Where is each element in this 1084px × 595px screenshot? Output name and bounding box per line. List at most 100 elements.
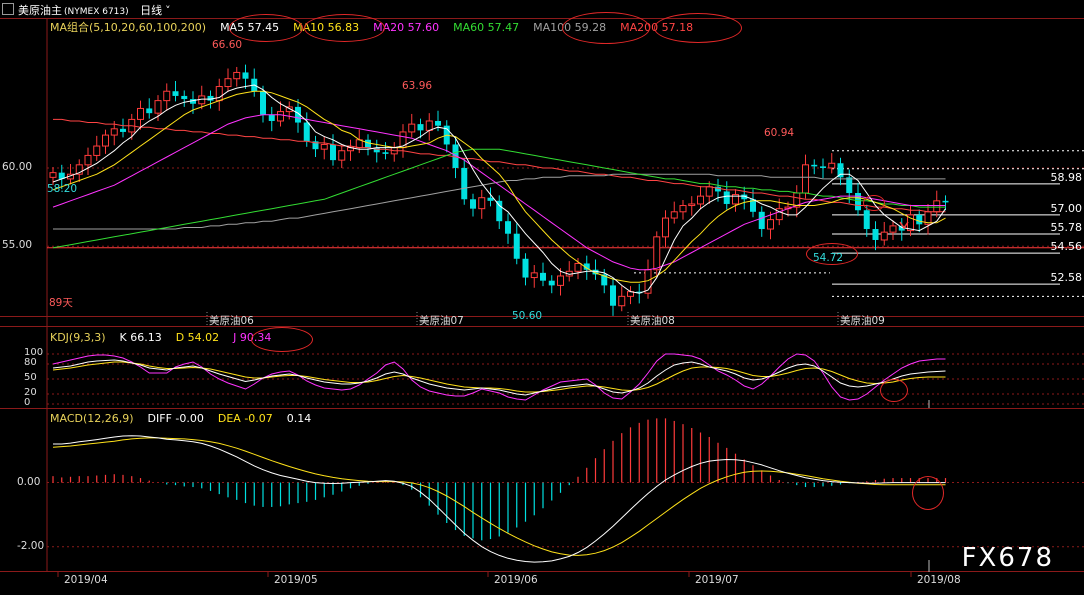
candle-body	[574, 262, 582, 272]
x-axis-label: 2019/05	[274, 574, 318, 586]
candle-body	[758, 211, 765, 230]
candle-body	[653, 236, 661, 271]
ma-legend-item: MA60 57.47	[453, 21, 520, 34]
candle-body	[478, 197, 486, 210]
candle-body	[224, 78, 232, 88]
macd-legend-item: MACD(12,26,9)	[50, 412, 134, 425]
candle-body	[260, 91, 266, 115]
candle-body	[84, 154, 92, 166]
candle-body	[338, 150, 346, 161]
candle-body	[487, 197, 494, 201]
candle-body	[461, 167, 468, 200]
price-annotation: 89天	[49, 297, 73, 309]
candle-body	[233, 71, 241, 80]
contract-label: 美原油06	[209, 315, 254, 327]
candle-body	[889, 225, 897, 233]
candle-body	[688, 203, 696, 207]
x-axis-label: 2019/04	[64, 574, 108, 586]
ma-legend-item: MA组合(5,10,20,60,100,200)	[50, 21, 207, 34]
candle-body	[181, 95, 188, 100]
candle-body	[767, 219, 774, 230]
candle-body	[811, 164, 818, 167]
candle-body	[268, 114, 275, 121]
candle-body	[670, 211, 678, 219]
candle-body	[705, 186, 713, 197]
circle-candle	[863, 195, 885, 211]
kdj-j-line	[52, 353, 946, 401]
chevron-down-icon: ˅	[165, 4, 171, 17]
candle-body	[120, 128, 126, 132]
symbol-name: 美原油主	[18, 4, 62, 17]
candle-body	[49, 172, 57, 178]
candle-body	[408, 123, 416, 133]
macd-legend-item: 0.14	[286, 412, 312, 425]
candle-body	[697, 195, 704, 205]
circle-macd-cross	[912, 476, 944, 510]
candle-body	[137, 107, 144, 120]
price-annotation: 54.72	[813, 252, 844, 265]
x-axis-label: 2019/06	[494, 574, 538, 586]
circle-ma5	[229, 14, 303, 42]
candle-body	[548, 280, 555, 286]
candle-body	[942, 200, 949, 203]
candle-body	[277, 111, 284, 122]
candle-body	[933, 200, 941, 213]
candle-body	[828, 162, 836, 169]
candle-body	[513, 233, 520, 259]
candle-body	[618, 295, 626, 307]
candle-body	[320, 143, 328, 150]
candle-body	[93, 145, 101, 156]
candle-body	[146, 108, 153, 114]
candle-body	[110, 128, 118, 136]
candle-body	[505, 221, 511, 234]
circle-j-value	[251, 327, 313, 352]
header: 美原油主 (NYMEX 6713) 日线 ˅	[2, 3, 171, 19]
period-selector[interactable]: 日线 ˅	[140, 4, 171, 17]
kdj-tick-label: 0	[24, 397, 31, 408]
x-axis-label: 2019/07	[695, 574, 739, 586]
ma5-line	[52, 84, 946, 294]
candle-body	[163, 90, 171, 102]
contract-label: 美原油07	[419, 315, 464, 327]
candle-body	[425, 120, 433, 131]
candle-body	[802, 164, 809, 194]
macd-legend-item: DEA -0.07	[217, 412, 273, 425]
kdj-k-line	[52, 359, 946, 396]
price-annotation: 66.60	[212, 39, 243, 52]
price-annotation: 63.96	[402, 80, 433, 93]
level-label: 52.58	[1050, 271, 1083, 285]
candle-body	[863, 210, 870, 230]
candle-body	[872, 229, 879, 240]
period-label: 日线	[140, 4, 163, 17]
candle-body	[916, 214, 923, 225]
circle-ma100	[562, 12, 650, 44]
exchange-code: (NYMEX 6713)	[64, 7, 129, 17]
candle-body	[820, 166, 826, 168]
kdj-tick-label: 80	[24, 357, 37, 368]
level-label: 54.56	[1050, 240, 1083, 254]
candle-body	[215, 86, 223, 102]
candle-body	[102, 134, 109, 147]
watermark: FX678	[961, 543, 1054, 573]
price-tick-label: 60.00	[2, 160, 33, 173]
circle-kdj-cross	[880, 379, 908, 402]
chart-stage: 美原油主 (NYMEX 6713) 日线 ˅ MA组合(5,10,20,60,100…	[0, 0, 1084, 591]
candle-body	[303, 122, 310, 142]
x-axis-label: 2019/08	[917, 574, 961, 586]
macd-tick-label: -2.00	[17, 539, 45, 552]
kdj-legend-item: D 54.02	[175, 331, 220, 344]
candle-body	[846, 177, 853, 194]
candle-body	[470, 199, 476, 209]
level-label: 57.00	[1050, 201, 1083, 215]
candle-body	[154, 100, 162, 114]
candle-body	[330, 144, 336, 161]
candle-body	[679, 205, 687, 213]
candle-body	[557, 275, 564, 286]
kdj-legend-item: K 66.13	[119, 331, 162, 344]
candle-body	[417, 124, 424, 131]
candle-body	[723, 191, 730, 204]
macd-legend: MACD(12,26,9) DIFF -0.00 DEA -0.07 0.14	[50, 412, 325, 426]
price-tick-label: 55.00	[2, 239, 33, 252]
candle-body	[662, 217, 669, 238]
kdj-legend-item: KDJ(9,3,3)	[50, 331, 106, 344]
